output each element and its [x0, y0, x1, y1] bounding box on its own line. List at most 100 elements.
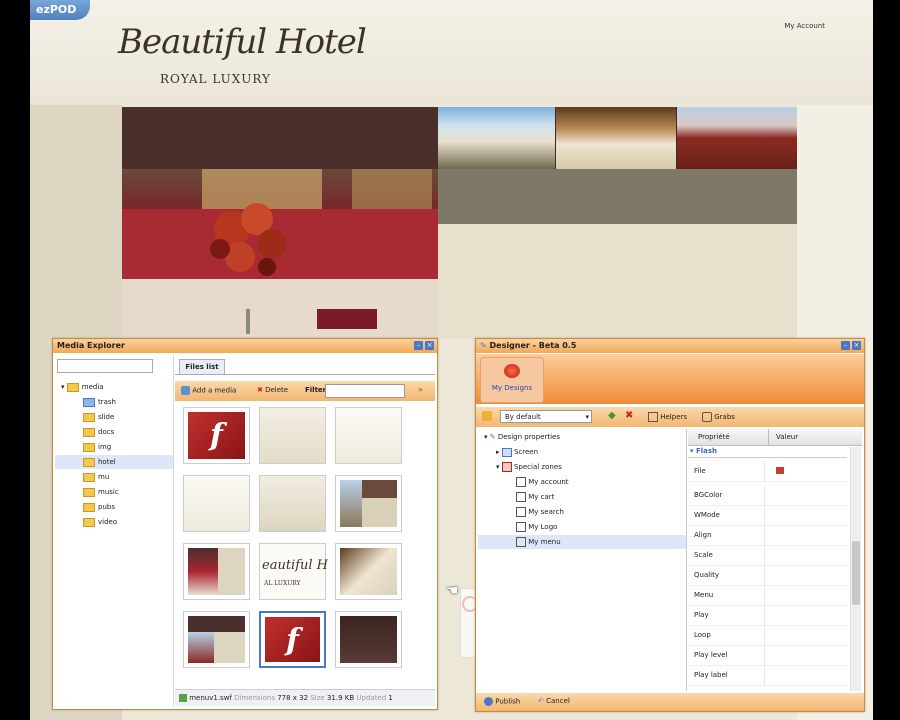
- cancel-button[interactable]: ↶ Cancel: [538, 697, 570, 705]
- publish-button[interactable]: Publish: [484, 697, 520, 706]
- my-designs-label: My Designs: [491, 384, 533, 392]
- media-thumb-flash-1[interactable]: f: [183, 407, 250, 464]
- tree-zone-my-logo[interactable]: My Logo: [516, 521, 557, 533]
- layout-icon[interactable]: [482, 411, 492, 421]
- media-thumb-blank-3[interactable]: [183, 475, 250, 532]
- chateau-photo: [677, 107, 797, 169]
- tree-zone-my-search[interactable]: My search: [516, 506, 564, 518]
- close-icon[interactable]: ×: [425, 341, 434, 350]
- media-thumb-site-3[interactable]: [335, 543, 402, 600]
- filter-label: Filter: [305, 386, 327, 394]
- folder-icon: [83, 472, 95, 482]
- tab-divider: [175, 374, 435, 375]
- add-media-button[interactable]: Add a media: [181, 386, 236, 395]
- prop-row-play-level[interactable]: Play level: [688, 645, 847, 666]
- tree-item-pubs[interactable]: pubs: [83, 501, 115, 513]
- folder-icon: [83, 412, 95, 422]
- delete-button[interactable]: ✖ Delete: [257, 386, 288, 394]
- prop-row-wmode[interactable]: WMode: [688, 505, 847, 526]
- media-thumb-logo[interactable]: eautiful H AL LUXURY: [259, 543, 329, 600]
- minimize-icon[interactable]: –: [414, 341, 423, 350]
- bedroom-photo: [556, 107, 676, 169]
- globe-icon: [484, 697, 493, 706]
- designer-footer: Publish ↶ Cancel: [476, 693, 864, 711]
- tree-item-docs[interactable]: docs: [83, 426, 114, 438]
- discard-icon[interactable]: ✖: [625, 410, 633, 421]
- tree-item-img[interactable]: img: [83, 441, 111, 453]
- prop-header-name[interactable]: Propriété: [698, 429, 730, 445]
- zone-icon: [516, 522, 526, 532]
- hand-cursor-icon: ☚: [446, 583, 459, 599]
- prop-row-play[interactable]: Play: [688, 605, 847, 626]
- tree-design-properties[interactable]: ▾ ✎ Design properties: [484, 431, 560, 443]
- tree-zone-my-cart[interactable]: My cart: [516, 491, 554, 503]
- tree-special-zones[interactable]: ▾ Special zones: [496, 461, 562, 473]
- media-thumb-site-2[interactable]: [183, 543, 250, 600]
- prop-row-loop[interactable]: Loop: [688, 625, 847, 646]
- hotel-logo-subtitle: ROYAL LUXURY: [160, 72, 271, 86]
- brand-badge[interactable]: ezPOD: [30, 0, 90, 20]
- property-grid-header: Propriété Valeur: [688, 429, 862, 446]
- zone-icon: [516, 492, 526, 502]
- folder-icon: [83, 517, 95, 527]
- status-filename: menuv1.swf: [189, 694, 232, 702]
- media-thumb-site-4[interactable]: [183, 611, 250, 668]
- my-account-link[interactable]: My Account: [784, 22, 825, 30]
- tree-screen[interactable]: ▸ Screen: [496, 446, 538, 458]
- scrollbar-thumb[interactable]: [852, 541, 860, 605]
- media-thumb-blank-1[interactable]: [259, 407, 326, 464]
- prop-header-value[interactable]: Valeur: [776, 429, 798, 445]
- folder-icon: [83, 502, 95, 512]
- apply-icon[interactable]: ◆: [608, 410, 616, 421]
- prop-row-file[interactable]: File: [688, 461, 847, 482]
- helpers-button[interactable]: Helpers: [648, 412, 687, 422]
- file-status-bar: menuv1.swf Dimensions 778 x 32 Size 31.9…: [175, 689, 435, 706]
- prop-row-align[interactable]: Align: [688, 525, 847, 546]
- property-scrollbar[interactable]: [850, 447, 861, 691]
- tree-item-mu[interactable]: mu: [83, 471, 109, 483]
- chevron-down-icon: ▾: [585, 413, 589, 421]
- palette-icon: [504, 364, 520, 378]
- prop-row-menu[interactable]: Menu: [688, 585, 847, 606]
- zone-icon: [516, 537, 526, 547]
- tab-files-list[interactable]: Files list: [179, 359, 225, 374]
- hero-photo: [122, 169, 438, 339]
- media-thumb-blank-4[interactable]: [259, 475, 326, 532]
- prop-section-flash[interactable]: ▾ Flash: [690, 447, 717, 455]
- prop-row-scale[interactable]: Scale: [688, 545, 847, 566]
- minimize-icon[interactable]: –: [841, 341, 850, 350]
- style-dropdown[interactable]: By default ▾: [500, 410, 592, 423]
- folder-tree: ▾ media trash slide docs img hotel mu mu…: [55, 355, 174, 707]
- tree-item-hotel[interactable]: hotel: [83, 456, 116, 468]
- zone-icon: [516, 477, 526, 487]
- prop-row-bgcolor[interactable]: BGColor: [688, 485, 847, 506]
- tree-item-video[interactable]: video: [83, 516, 117, 528]
- undo-icon: ↶: [538, 697, 544, 705]
- my-designs-button[interactable]: My Designs: [480, 357, 544, 403]
- media-thumb-dark[interactable]: [335, 611, 402, 668]
- file-type-icon: [179, 694, 187, 702]
- media-explorer-titlebar[interactable]: Media Explorer: [53, 339, 437, 353]
- tree-item-trash[interactable]: trash: [83, 396, 116, 408]
- media-thumb-blank-2[interactable]: [335, 407, 402, 464]
- tree-item-slide[interactable]: slide: [83, 411, 114, 423]
- tree-search-input[interactable]: [57, 359, 153, 373]
- designer-panel: ✎ Designer - Beta 0.5 – × My Designs By …: [475, 338, 865, 712]
- grabs-button[interactable]: Grabs: [702, 412, 735, 422]
- close-icon[interactable]: ×: [852, 341, 861, 350]
- toolbar-more-icon[interactable]: »: [418, 385, 423, 394]
- designer-titlebar[interactable]: ✎ Designer - Beta 0.5: [476, 339, 864, 353]
- prop-row-quality[interactable]: Quality: [688, 565, 847, 586]
- tree-zone-my-account[interactable]: My account: [516, 476, 569, 488]
- screen-icon: [501, 447, 512, 457]
- filter-input[interactable]: [325, 384, 405, 398]
- prop-row-play-label[interactable]: Play label: [688, 665, 847, 686]
- design-tree: ▾ ✎ Design properties ▸ Screen ▾ Special…: [478, 429, 687, 691]
- media-thumb-flash-2[interactable]: f: [259, 611, 326, 668]
- file-picker-icon[interactable]: [776, 467, 784, 474]
- media-thumb-site-1[interactable]: [335, 475, 402, 532]
- tree-zone-my-menu[interactable]: My menu: [516, 536, 561, 548]
- thumb-logo-text: eautiful H: [262, 558, 329, 573]
- tree-item-music[interactable]: music: [83, 486, 119, 498]
- tree-root-media[interactable]: ▾ media: [61, 381, 104, 393]
